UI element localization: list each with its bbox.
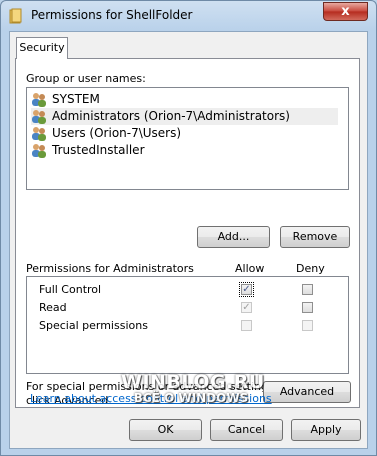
cancel-button[interactable]: Cancel bbox=[210, 419, 283, 441]
tab-security[interactable]: Security bbox=[16, 37, 68, 59]
add-button[interactable]: Add... bbox=[197, 226, 270, 248]
list-item-system[interactable]: SYSTEM bbox=[31, 91, 338, 108]
group-or-user-names-label: Group or user names: bbox=[26, 72, 146, 85]
list-item-trustedinstaller[interactable]: TrustedInstaller bbox=[31, 142, 338, 159]
permissions-for-label: Permissions for Administrators bbox=[26, 262, 194, 275]
allow-full-control-checkbox[interactable]: ✓ bbox=[239, 282, 254, 297]
users-group-icon bbox=[32, 144, 46, 158]
apply-button[interactable]: Apply bbox=[291, 419, 361, 441]
allow-special-checkbox[interactable] bbox=[241, 320, 252, 331]
allow-read-checkbox[interactable]: ✓ bbox=[241, 302, 252, 313]
users-group-icon bbox=[32, 110, 46, 124]
permission-name: Full Control bbox=[39, 283, 102, 296]
users-group-icon bbox=[32, 127, 46, 141]
window-title: Permissions for ShellFolder bbox=[31, 8, 193, 22]
title-bar[interactable]: Permissions for ShellFolder x bbox=[1, 1, 376, 31]
advanced-button[interactable]: Advanced bbox=[263, 381, 351, 403]
close-button[interactable]: x bbox=[323, 2, 368, 21]
deny-read-checkbox[interactable] bbox=[302, 302, 313, 313]
permission-row-read: Read ✓ bbox=[27, 299, 342, 317]
deny-full-control-checkbox[interactable] bbox=[302, 284, 313, 295]
permission-row-full-control: Full Control ✓ bbox=[27, 281, 342, 299]
learn-about-access-control-link[interactable]: Learn about access control and permissio… bbox=[30, 392, 272, 405]
users-group-icon bbox=[32, 93, 46, 107]
permission-row-special: Special permissions bbox=[27, 317, 342, 335]
list-item-label: TrustedInstaller bbox=[52, 143, 145, 157]
list-item-label: SYSTEM bbox=[52, 92, 100, 106]
allow-column-header: Allow bbox=[235, 262, 265, 275]
list-item-users[interactable]: Users (Orion-7\Users) bbox=[31, 125, 338, 142]
list-item-administrators[interactable]: Administrators (Orion-7\Administrators) bbox=[31, 108, 338, 125]
ok-button[interactable]: OK bbox=[129, 419, 202, 441]
permissions-table: Full Control ✓ Read ✓ Special permission… bbox=[26, 276, 349, 374]
users-listbox[interactable]: SYSTEM Administrators (Orion-7\Administr… bbox=[26, 87, 349, 190]
folder-icon bbox=[9, 8, 22, 24]
dialog-client-area: Security Group or user names: SYSTEM Adm… bbox=[9, 31, 368, 449]
permission-name: Special permissions bbox=[39, 319, 148, 332]
permissions-dialog: Permissions for ShellFolder x Security G… bbox=[0, 0, 377, 456]
permission-name: Read bbox=[39, 301, 67, 314]
remove-button[interactable]: Remove bbox=[280, 226, 350, 248]
security-tab-page: Group or user names: SYSTEM Administrato… bbox=[15, 58, 360, 408]
deny-column-header: Deny bbox=[296, 262, 325, 275]
deny-special-checkbox[interactable] bbox=[302, 320, 313, 331]
list-item-label: Users (Orion-7\Users) bbox=[52, 126, 182, 140]
list-item-label: Administrators (Orion-7\Administrators) bbox=[52, 109, 290, 123]
